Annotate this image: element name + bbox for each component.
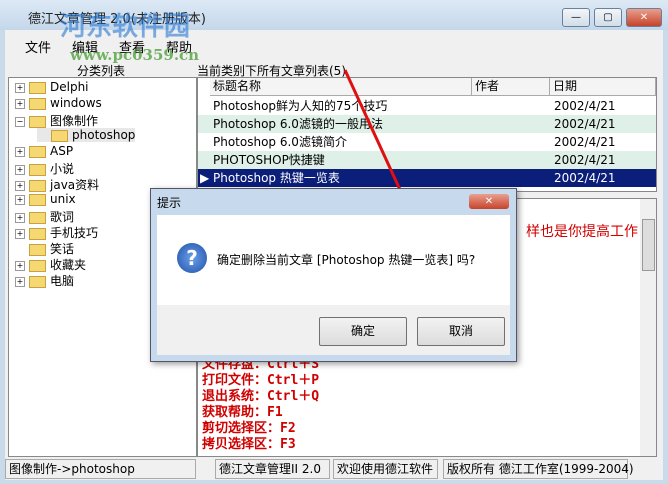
confirm-dialog: 提示 ✕ ? 确定删除当前文章 [Photoshop 热键一览表] 吗? 确定 … — [150, 188, 517, 362]
ok-button[interactable]: 确定 — [319, 317, 407, 346]
cancel-button[interactable]: 取消 — [417, 317, 505, 346]
question-icon: ? — [177, 243, 207, 273]
dialog-close-button[interactable]: ✕ — [469, 194, 509, 209]
dialog-title: 提示 — [157, 196, 182, 210]
dialog-message: 确定删除当前文章 [Photoshop 热键一览表] 吗? — [217, 253, 476, 267]
